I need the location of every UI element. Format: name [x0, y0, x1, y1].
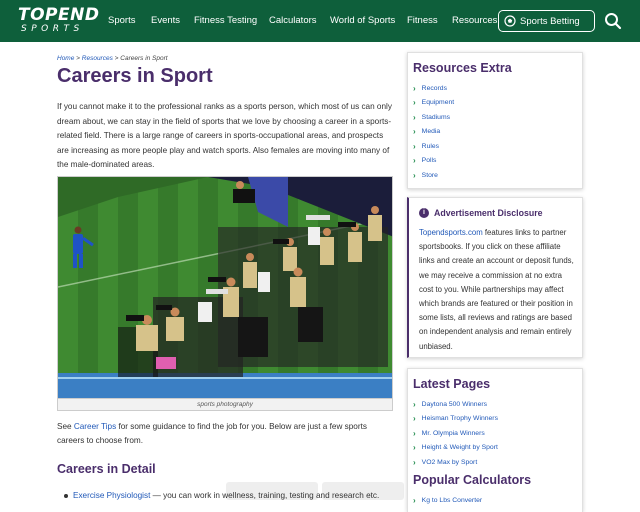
resources-link-label: Media [421, 128, 441, 135]
chevron-right-icon: › [413, 458, 416, 467]
latest-page-link[interactable]: › VO2 Max by Sport [413, 458, 477, 467]
resources-link-label: Polls [421, 157, 437, 164]
chevron-right-icon: › [413, 156, 416, 165]
logo-wordmark-bottom: SPORTS [21, 24, 84, 34]
chevron-right-icon: › [413, 496, 416, 505]
breadcrumb: Home > Resources > Careers in Sport [57, 55, 168, 62]
latest-page-link[interactable]: › Height & Weight by Sport [413, 443, 498, 452]
sports-photography-image [57, 176, 393, 399]
resources-link-label: Stadiums [421, 114, 451, 121]
soccer-ball-icon [504, 15, 516, 27]
resources-link[interactable]: › Polls [413, 156, 436, 165]
chevron-right-icon: › [413, 98, 416, 107]
advertisement-disclosure-card: i Advertisement Disclosure Topendsports.… [407, 197, 583, 358]
latest-page-label: Mr. Olympia Winners [421, 430, 485, 437]
advertisement-disclosure-text: Topendsports.com features links to partn… [419, 226, 577, 354]
chevron-right-icon: › [413, 142, 416, 151]
career-tips-link[interactable]: Career Tips [74, 422, 116, 431]
chevron-right-icon: › [413, 127, 416, 136]
chevron-right-icon: › [413, 429, 416, 438]
latest-page-label: VO2 Max by Sport [421, 459, 478, 466]
resources-link[interactable]: › Records [413, 84, 447, 93]
photo-illustration [58, 177, 392, 398]
site-logo[interactable]: TOPEND SPORTS [18, 7, 106, 35]
nav-item-sports[interactable]: Sports [108, 15, 135, 26]
chevron-right-icon: › [413, 171, 416, 180]
latest-page-label: Daytona 500 Winners [421, 401, 488, 408]
nav-item-events[interactable]: Events [151, 15, 180, 26]
list-item: Exercise Physiologist — you can work in … [63, 491, 380, 500]
chevron-right-icon: › [413, 443, 416, 452]
resources-extra-card: Resources Extra › Records › Equipment › Sta… [407, 52, 583, 189]
chevron-right-icon: › [413, 84, 416, 93]
resources-link-label: Store [421, 172, 438, 179]
latest-page-link[interactable]: › Mr. Olympia Winners [413, 429, 485, 438]
nav-item-fitness-testing[interactable]: Fitness Testing [194, 15, 257, 26]
advertisement-disclosure-heading: i Advertisement Disclosure [419, 208, 543, 218]
latest-page-label: Heisman Trophy Winners [421, 415, 498, 422]
advertisement-disclosure-body: features links to partner sportsbooks. I… [419, 228, 574, 351]
resources-link[interactable]: › Equipment [413, 98, 454, 107]
chevron-right-icon: › [413, 414, 416, 423]
sports-betting-label: Sports Betting [520, 15, 580, 27]
popular-calculators-title: Popular Calculators [413, 473, 532, 487]
photo-caption: sports photography [57, 399, 393, 411]
sports-betting-button[interactable]: Sports Betting [498, 10, 595, 32]
career-tips-paragraph: See Career Tips for some guidance to fin… [57, 420, 393, 447]
search-icon[interactable] [604, 12, 622, 30]
calculator-link-label: Kg to Lbs Converter [421, 497, 483, 504]
resources-extra-title: Resources Extra [413, 61, 512, 75]
resources-link-label: Records [421, 85, 447, 92]
latest-pages-title: Latest Pages [413, 377, 491, 391]
latest-page-link[interactable]: › Daytona 500 Winners [413, 400, 487, 409]
nav-item-fitness[interactable]: Fitness [407, 15, 438, 26]
top-nav-bar: TOPEND SPORTS Sports Events Fitness Test… [0, 0, 640, 42]
nav-item-resources[interactable]: Resources [452, 15, 497, 26]
info-icon: i [419, 208, 429, 218]
resources-link[interactable]: › Stadiums [413, 113, 450, 122]
logo-wordmark-top: TOPEND [18, 5, 100, 25]
advertisement-disclosure-title: Advertisement Disclosure [434, 208, 543, 218]
breadcrumb-home[interactable]: Home [57, 55, 74, 62]
latest-pages-card: Latest Pages › Daytona 500 Winners › Heism… [407, 368, 583, 512]
resources-link[interactable]: › Store [413, 171, 438, 180]
latest-page-label: Height & Weight by Sport [421, 444, 498, 451]
latest-page-link[interactable]: › Heisman Trophy Winners [413, 414, 498, 423]
breadcrumb-current: Careers in Sport [120, 55, 168, 62]
page-title: Careers in Sport [57, 65, 213, 87]
careers-in-detail-heading: Careers in Detail [57, 462, 156, 476]
intro-paragraph: If you cannot make it to the professiona… [57, 102, 392, 169]
resources-link[interactable]: › Media [413, 127, 440, 136]
see-prefix: See [57, 422, 74, 431]
breadcrumb-separator: > [74, 55, 82, 62]
nav-item-world-of-sports[interactable]: World of Sports [330, 15, 395, 26]
topendsports-link[interactable]: Topendsports.com [419, 228, 483, 237]
resources-link[interactable]: › Rules [413, 142, 439, 151]
calculator-link[interactable]: › Kg to Lbs Converter [413, 496, 482, 505]
breadcrumb-resources[interactable]: Resources [82, 55, 113, 62]
chevron-right-icon: › [413, 113, 416, 122]
resources-link-label: Equipment [421, 99, 455, 106]
resources-link-label: Rules [421, 143, 440, 150]
list-item-text: — you can work in wellness, training, te… [150, 491, 380, 500]
exercise-physiologist-link[interactable]: Exercise Physiologist [73, 491, 150, 500]
nav-item-calculators[interactable]: Calculators [269, 15, 317, 26]
chevron-right-icon: › [413, 400, 416, 409]
